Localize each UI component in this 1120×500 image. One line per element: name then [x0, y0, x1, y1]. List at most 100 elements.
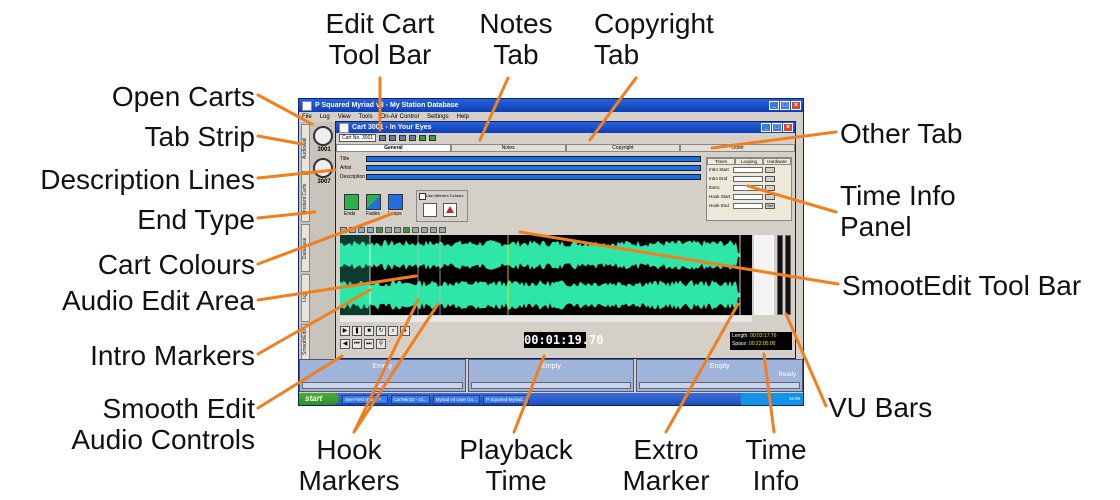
- close-icon[interactable]: ×: [791, 101, 801, 110]
- tab-copyright[interactable]: Copyright: [565, 144, 681, 152]
- start-button[interactable]: start: [299, 393, 339, 405]
- taskbar-item[interactable]: P Squared Myriad...: [483, 394, 529, 404]
- tab-log[interactable]: Log: [301, 274, 310, 322]
- player-controls[interactable]: [302, 382, 463, 389]
- player-2[interactable]: Empty: [467, 359, 635, 392]
- record-icon[interactable]: ●: [400, 326, 410, 336]
- tab-smoothedit[interactable]: SmoothEdit: [301, 324, 310, 360]
- time-row-label: Extro: [709, 185, 720, 190]
- stop-icon[interactable]: ■: [364, 326, 374, 336]
- undo-icon[interactable]: [412, 227, 419, 233]
- end-type-loops-button[interactable]: [388, 194, 403, 210]
- play-icon[interactable]: [419, 134, 427, 141]
- set-button[interactable]: [765, 184, 775, 191]
- menu-on-air-control[interactable]: On-Air Control: [381, 114, 419, 120]
- cut-icon[interactable]: [399, 134, 407, 141]
- end-type-ends-button[interactable]: [344, 194, 359, 210]
- menu-log[interactable]: Log: [320, 114, 330, 120]
- set-button[interactable]: [765, 193, 775, 200]
- taskbar-item[interactable]: CartWin32 - Ci...: [390, 394, 430, 404]
- callout-line: Tool Bar: [328, 39, 432, 70]
- minimize-icon[interactable]: _: [761, 123, 771, 132]
- loop-icon[interactable]: ↻: [376, 326, 386, 336]
- menu-file[interactable]: File: [302, 114, 312, 120]
- audio-edit-area[interactable]: [340, 235, 752, 315]
- zoom-in-icon[interactable]: [340, 227, 347, 233]
- cart-number-field[interactable]: Cart No. 3001: [339, 133, 377, 142]
- rewind-icon[interactable]: ◀: [340, 339, 350, 349]
- pause-icon[interactable]: ❚: [352, 326, 362, 336]
- tab-other[interactable]: Other: [680, 144, 795, 152]
- time-field[interactable]: [733, 202, 763, 209]
- set-button[interactable]: [765, 166, 775, 173]
- tab-hardware[interactable]: Hardware: [763, 158, 791, 165]
- menu-help[interactable]: Help: [457, 114, 469, 120]
- set-button[interactable]: Set: [765, 202, 775, 209]
- zoom-icon[interactable]: ⚲: [376, 339, 386, 349]
- skip-forward-icon[interactable]: ⏭: [364, 339, 374, 349]
- maximize-icon[interactable]: □: [772, 123, 782, 132]
- callout-tab-strip: Tab Strip: [144, 121, 256, 152]
- select-icon[interactable]: [358, 227, 365, 233]
- cut-icon[interactable]: [367, 227, 374, 233]
- use-colours-checkbox[interactable]: [419, 193, 426, 200]
- menu-view[interactable]: View: [338, 114, 351, 120]
- maximize-icon[interactable]: □: [780, 101, 790, 110]
- settings-icon[interactable]: [439, 227, 446, 233]
- menu-tools[interactable]: Tools: [359, 114, 373, 120]
- open-cart-icon[interactable]: [313, 126, 333, 146]
- taskbar-item[interactable]: See Field (Page F...: [342, 394, 388, 404]
- tab-database[interactable]: Database: [301, 224, 310, 272]
- redo-icon[interactable]: [421, 227, 428, 233]
- fade-out-icon[interactable]: [394, 227, 401, 233]
- callout-line: Notes: [479, 8, 553, 39]
- marker-icon[interactable]: [376, 227, 383, 233]
- time-field[interactable]: [733, 175, 763, 182]
- normalize-icon[interactable]: [403, 227, 410, 233]
- tab-times[interactable]: Times: [707, 158, 735, 165]
- set-button[interactable]: [765, 175, 775, 182]
- app-title-bar[interactable]: P Squared Myriad v3 - My Station Databas…: [299, 99, 803, 112]
- text-colour-swatch[interactable]: [443, 203, 457, 217]
- title-field[interactable]: [366, 156, 701, 162]
- player-controls[interactable]: [470, 382, 632, 389]
- tab-notes[interactable]: Notes: [450, 144, 566, 152]
- cart-title-bar[interactable]: Cart 3001 - In Your Eyes _ □ ×: [336, 122, 795, 133]
- tab-general[interactable]: General: [336, 144, 451, 152]
- player-3[interactable]: Empty Ready: [636, 359, 804, 392]
- time-field[interactable]: [733, 184, 763, 191]
- time-field[interactable]: [733, 166, 763, 173]
- cart-colour-swatch[interactable]: [423, 203, 437, 217]
- length-label: Length: [732, 333, 748, 339]
- callout-end-type: End Type: [137, 204, 255, 235]
- tab-audiowall[interactable]: Audiowall: [301, 124, 310, 172]
- description-field[interactable]: [366, 174, 701, 180]
- menu-settings[interactable]: Settings: [427, 114, 449, 120]
- playback-time: 00:01:19.70: [524, 332, 604, 348]
- effects-icon[interactable]: [430, 227, 437, 233]
- tab-instant-carts[interactable]: Instant Carts: [301, 174, 310, 222]
- zoom-out-icon[interactable]: [349, 227, 356, 233]
- tab-looping[interactable]: Looping: [735, 158, 763, 165]
- skip-back-icon[interactable]: ⏮: [352, 339, 362, 349]
- player-controls[interactable]: [639, 382, 801, 389]
- time-field[interactable]: [733, 193, 763, 200]
- play-icon[interactable]: ▶: [340, 326, 350, 336]
- window-controls: _ □ ×: [769, 101, 803, 110]
- copy-icon[interactable]: [409, 134, 417, 141]
- close-icon[interactable]: ×: [783, 123, 793, 132]
- callout-intro-markers: Intro Markers: [90, 340, 255, 371]
- callout-open-carts: Open Carts: [111, 81, 255, 112]
- save-icon[interactable]: [379, 134, 387, 141]
- fade-in-icon[interactable]: [385, 227, 392, 233]
- player-1[interactable]: Empty: [299, 359, 466, 392]
- player-ready-label: Ready: [778, 372, 797, 378]
- artist-field[interactable]: [366, 165, 701, 171]
- search-icon[interactable]: ⌕: [388, 326, 398, 336]
- open-icon[interactable]: [389, 134, 397, 141]
- open-cart-icon[interactable]: [313, 158, 333, 178]
- taskbar-item[interactable]: Myriad v3 User Gu...: [432, 394, 481, 404]
- end-type-fades-button[interactable]: [366, 194, 381, 210]
- record-icon[interactable]: [429, 134, 437, 141]
- minimize-icon[interactable]: _: [769, 101, 779, 110]
